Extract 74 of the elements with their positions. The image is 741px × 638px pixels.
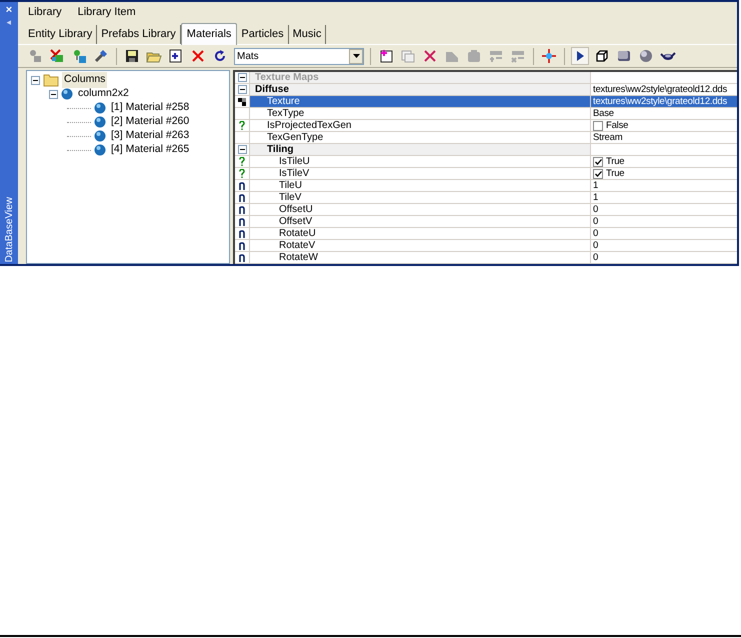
sphere-icon	[94, 130, 106, 142]
property-name[interactable]: IsProjectedTexGen	[250, 120, 591, 131]
property-name[interactable]: OffsetV	[250, 216, 591, 227]
group-name[interactable]: Diffuse	[250, 84, 591, 95]
sphere-icon[interactable]	[637, 47, 655, 65]
collapse-icon[interactable]	[238, 73, 246, 82]
checkbox[interactable]	[593, 120, 603, 130]
clipboard-icon[interactable]	[465, 47, 483, 65]
number-icon	[239, 206, 245, 214]
number-icon	[239, 230, 245, 238]
number-icon	[239, 194, 245, 202]
tree-item[interactable]: column2x2	[76, 86, 131, 102]
property-name[interactable]: RotateV	[250, 240, 591, 251]
property-value: textures\ww2style\grateold12.dds	[593, 84, 728, 95]
collapse-icon[interactable]	[49, 90, 58, 98]
property-value: True	[606, 156, 624, 167]
property-name[interactable]: TileU	[250, 180, 591, 191]
menu-item[interactable]: Library	[28, 4, 62, 20]
property-value: Base	[593, 108, 614, 119]
tree-item[interactable]: [1] Material #258	[109, 100, 192, 116]
property-value: False	[606, 120, 628, 131]
property-value: 1	[593, 192, 598, 203]
panel-title: DataBaseView	[2, 196, 16, 262]
checkbox[interactable]	[593, 168, 603, 178]
group-name[interactable]: Tiling	[250, 144, 591, 155]
question-icon	[239, 157, 245, 166]
property-value: 0	[593, 228, 598, 239]
question-icon	[239, 121, 245, 130]
sphere-icon	[94, 102, 106, 114]
dropdown-value: Mats	[236, 50, 260, 64]
property-value: 0	[593, 204, 598, 215]
property-name[interactable]: IsTileV	[250, 168, 591, 179]
tree-item[interactable]: [3] Material #263	[109, 128, 192, 144]
property-value: True	[606, 168, 624, 179]
sphere-icon	[94, 116, 106, 128]
tab[interactable]: Materials	[180, 23, 238, 45]
property-value: 0	[593, 252, 598, 263]
remove-entity-icon[interactable]	[48, 47, 66, 65]
number-icon	[239, 182, 245, 190]
collapse-icon[interactable]	[238, 85, 246, 94]
tree-item[interactable]: [2] Material #260	[109, 114, 192, 130]
texture-icon	[238, 98, 246, 106]
collapse-icon[interactable]	[238, 145, 246, 154]
sphere-icon	[94, 144, 106, 156]
close-button[interactable]: ×	[6, 4, 12, 16]
property-value: 0	[593, 216, 598, 227]
collapse-icon[interactable]	[31, 76, 40, 84]
sphere-icon	[61, 88, 73, 100]
move-icon[interactable]	[540, 47, 558, 65]
tree-item[interactable]: [4] Material #265	[109, 142, 192, 158]
property-name[interactable]: TileV	[250, 192, 591, 203]
filter-dropdown[interactable]: Mats	[234, 48, 364, 64]
tree-item[interactable]: Columns	[62, 72, 108, 88]
property-name[interactable]: Texture	[250, 96, 591, 107]
property-name[interactable]: RotateW	[250, 252, 591, 263]
folder-icon	[43, 73, 59, 87]
property-value: 0	[593, 240, 598, 251]
question-icon	[239, 169, 245, 178]
menu-item[interactable]: Library Item	[78, 4, 136, 20]
eyedropper-icon[interactable]	[92, 47, 110, 65]
save-icon[interactable]	[123, 47, 141, 65]
property-name[interactable]: TexGenType	[250, 132, 591, 143]
property-name[interactable]: OffsetU	[250, 204, 591, 215]
property-name[interactable]: TexType	[250, 108, 591, 119]
checkbox[interactable]	[593, 156, 603, 166]
number-icon	[239, 254, 245, 262]
property-value: textures\ww2style\grateold12.dds	[593, 96, 728, 107]
number-icon	[239, 218, 245, 226]
property-value: Stream	[593, 132, 622, 143]
play-icon[interactable]	[571, 47, 589, 65]
property-name[interactable]: IsTileU	[250, 156, 591, 167]
property-name[interactable]: RotateU	[250, 228, 591, 239]
number-icon	[239, 242, 245, 250]
property-value: 1	[593, 180, 598, 191]
